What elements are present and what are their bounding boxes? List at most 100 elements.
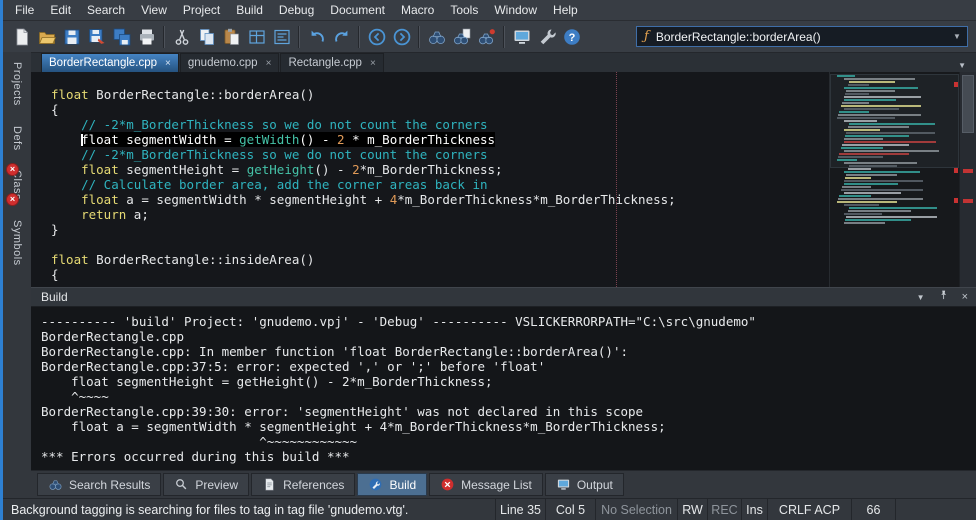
build-output-line[interactable]: BorderRectangle.cpp:37:5: error: expecte…	[41, 359, 976, 374]
status-cell-line-35[interactable]: Line 35	[495, 499, 545, 520]
code-line[interactable]: }	[51, 222, 829, 237]
build-output-line[interactable]: ---------- 'build' Project: 'gnudemo.vpj…	[41, 314, 976, 329]
bottom-tab-references[interactable]: References	[251, 473, 355, 496]
menu-item-document[interactable]: Document	[322, 0, 393, 20]
build-output-line[interactable]: float a = segmentWidth * segmentHeight +…	[41, 419, 976, 434]
forward-icon[interactable]	[389, 24, 414, 49]
bottom-tab-output[interactable]: Output	[545, 473, 624, 496]
print-icon[interactable]	[134, 24, 159, 49]
status-cell-col-5[interactable]: Col 5	[545, 499, 595, 520]
code-area[interactable]: float BorderRectangle::borderArea(){ // …	[31, 72, 829, 287]
bottom-tab-build[interactable]: Build	[357, 473, 427, 496]
code-line[interactable]: float BorderRectangle::borderArea()	[51, 87, 829, 102]
build-output-line[interactable]: *** Errors occurred during this build **…	[41, 449, 976, 464]
paste-icon[interactable]	[219, 24, 244, 49]
redo-icon[interactable]	[329, 24, 354, 49]
options-icon[interactable]	[534, 24, 559, 49]
build-output-line[interactable]: BorderRectangle.cpp: In member function …	[41, 344, 976, 359]
editor-tab-borderrectangle-cpp[interactable]: BorderRectangle.cpp×	[41, 53, 179, 72]
back-icon[interactable]	[364, 24, 389, 49]
menu-item-view[interactable]: View	[133, 0, 175, 20]
help-icon[interactable]: ?	[559, 24, 584, 49]
status-cell-66[interactable]: 66	[851, 499, 895, 520]
selective-display-icon[interactable]	[269, 24, 294, 49]
symbol-combo[interactable]: ƒ BorderRectangle::borderArea() ▼	[636, 26, 968, 47]
close-icon[interactable]: ×	[266, 58, 272, 69]
code-line[interactable]: // -2*m_BorderThickness so we do not cou…	[51, 117, 829, 132]
menu-item-edit[interactable]: Edit	[42, 0, 79, 20]
bottom-tab-search-results[interactable]: Search Results	[37, 473, 161, 496]
menu-item-tools[interactable]: Tools	[442, 0, 486, 20]
status-cell-crlf-acp[interactable]: CRLF ACP	[767, 499, 851, 520]
menu-item-help[interactable]: Help	[545, 0, 586, 20]
menu-item-project[interactable]: Project	[175, 0, 228, 20]
pin-icon[interactable]	[937, 289, 950, 305]
close-icon[interactable]: ×	[962, 291, 968, 303]
status-cell-no-selection[interactable]: No Selection	[595, 499, 677, 520]
minimap-line	[842, 144, 909, 146]
status-cell-rec[interactable]: REC	[707, 499, 741, 520]
scrollbar-error-tick	[963, 169, 973, 173]
diff-icon[interactable]	[509, 24, 534, 49]
copy-icon[interactable]	[194, 24, 219, 49]
code-line[interactable]: float segmentHeight = getHeight() - 2*m_…	[51, 162, 829, 177]
build-output-line[interactable]: ^~~~~~~~~~~~~	[41, 434, 976, 449]
code-line[interactable]: float a = segmentWidth * segmentHeight +…	[51, 192, 829, 207]
sidebar-tab-projects[interactable]: Projects	[11, 56, 23, 112]
menu-item-file[interactable]: File	[7, 0, 42, 20]
build-output-line[interactable]: BorderRectangle.cpp	[41, 329, 976, 344]
sidebar-tab-symbols[interactable]: Symbols	[11, 214, 23, 272]
save-icon[interactable]	[59, 24, 84, 49]
cut-icon[interactable]	[169, 24, 194, 49]
chevron-down-icon[interactable]: ▼	[917, 293, 925, 302]
close-icon[interactable]: ×	[165, 58, 171, 69]
code-line[interactable]: {	[51, 267, 829, 282]
minimap-line	[844, 150, 939, 152]
bottom-tab-label: Message List	[461, 478, 532, 492]
new-file-icon[interactable]	[9, 24, 34, 49]
bottom-tab-message-list[interactable]: Message List	[429, 473, 543, 496]
menu-item-macro[interactable]: Macro	[393, 0, 442, 20]
editor-tab-rectangle-cpp[interactable]: Rectangle.cpp×	[280, 53, 383, 72]
status-cell-ins[interactable]: Ins	[741, 499, 767, 520]
build-output-line[interactable]: BorderRectangle.cpp:39:30: error: 'segme…	[41, 404, 976, 419]
find-in-files-icon[interactable]	[449, 24, 474, 49]
format-block-icon[interactable]	[244, 24, 269, 49]
error-marker-icon[interactable]: ×	[6, 163, 19, 176]
code-line[interactable]: // -2*m_BorderThickness so we do not cou…	[51, 147, 829, 162]
status-cell-rw[interactable]: RW	[677, 499, 707, 520]
open-file-icon[interactable]	[34, 24, 59, 49]
scrollbar-thumb[interactable]	[962, 75, 974, 133]
menu-item-debug[interactable]: Debug	[271, 0, 322, 20]
sidebar-tab-defs[interactable]: Defs	[11, 120, 23, 157]
save-all-icon[interactable]	[109, 24, 134, 49]
menu-item-window[interactable]: Window	[486, 0, 545, 20]
code-token	[51, 192, 81, 207]
find-icon[interactable]	[424, 24, 449, 49]
editor-scrollbar[interactable]	[959, 72, 976, 287]
build-output-line[interactable]: ^~~~~	[41, 389, 976, 404]
editor-tab-gnudemo-cpp[interactable]: gnudemo.cpp×	[180, 53, 280, 72]
menu-item-search[interactable]: Search	[79, 0, 133, 20]
error-marker-icon[interactable]: ×	[6, 193, 19, 206]
bottom-tab-preview[interactable]: Preview	[163, 473, 249, 496]
save-as-icon[interactable]	[84, 24, 109, 49]
code-line[interactable]	[51, 237, 829, 252]
menu-item-build[interactable]: Build	[228, 0, 271, 20]
chevron-down-icon[interactable]: ▼	[949, 32, 965, 41]
code-pane[interactable]: float BorderRectangle::borderArea(){ // …	[31, 72, 829, 287]
replace-icon[interactable]	[474, 24, 499, 49]
build-output[interactable]: ---------- 'build' Project: 'gnudemo.vpj…	[31, 307, 976, 470]
code-line[interactable]: float BorderRectangle::insideArea()	[51, 252, 829, 267]
code-line[interactable]: // Calculate border area, add the corner…	[51, 177, 829, 192]
build-output-line[interactable]: float segmentHeight = getHeight() - 2*m_…	[41, 374, 976, 389]
close-icon[interactable]: ×	[370, 58, 376, 69]
code-token: // -2*m_BorderThickness so we do not cou…	[81, 147, 487, 162]
undo-icon[interactable]	[304, 24, 329, 49]
minimap[interactable]	[829, 72, 959, 287]
code-line[interactable]: return a;	[51, 207, 829, 222]
tab-overflow-button[interactable]: ▼	[952, 59, 972, 72]
code-line[interactable]: float segmentWidth = getWidth() - 2 * m_…	[51, 132, 829, 147]
toolbar-separator	[503, 26, 505, 48]
code-line[interactable]: {	[51, 102, 829, 117]
